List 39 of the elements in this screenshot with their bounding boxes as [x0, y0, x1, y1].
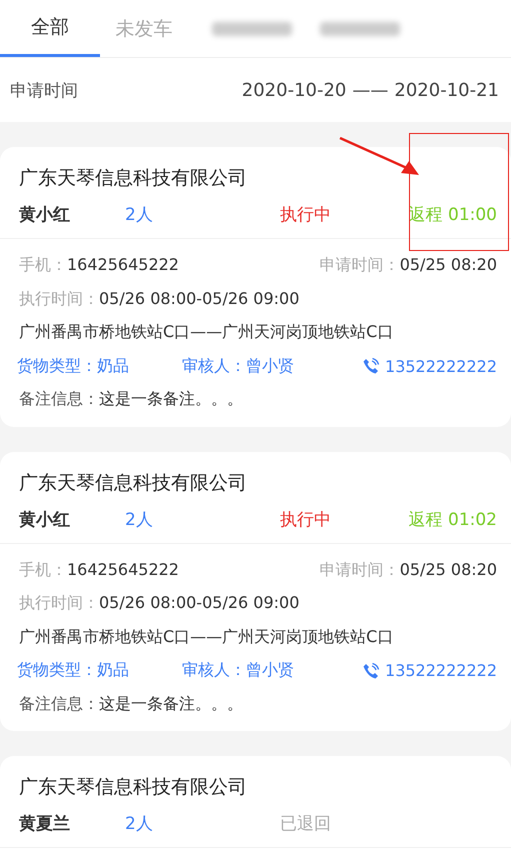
phone-icon [362, 662, 380, 680]
status-label: 执行中 [280, 508, 332, 530]
order-card[interactable]: 广东天琴信息科技有限公司 黄小红 2人 执行中 返程 01:00 手机：16425645222 申请时间：05/25 08:20 执行时间：05/26 08:00-05/26 09:00 广州番禺市桥地铁站C口——广州天河岗顶地铁站C口 货物类型：奶品 审核人：曾小贤 13522222222 备注信息：这是一条备注。。。 [0, 147, 511, 426]
people-count: 2人 [125, 204, 154, 226]
return-time: 返程 01:02 [408, 508, 497, 530]
return-time: 返程 01:00 [408, 204, 497, 226]
company-name: 广东天琴信息科技有限公司 [19, 166, 248, 191]
order-card[interactable]: 广东天琴信息科技有限公司 黄夏兰 2人 已退回 [0, 756, 511, 863]
passenger-name: 黄小红 [19, 204, 71, 226]
people-count: 2人 [125, 813, 154, 835]
apply-time: 申请时间：05/25 08:20 [320, 255, 497, 276]
exec-time: 执行时间：05/26 08:00-05/26 09:00 [19, 593, 300, 614]
phone-icon [362, 357, 380, 376]
note-text: 备注信息：这是一条备注。。。 [19, 694, 243, 715]
company-name: 广东天琴信息科技有限公司 [19, 470, 248, 496]
route-text: 广州番禺市桥地铁站C口——广州天河岗顶地铁站C口 [19, 626, 394, 648]
passenger-name: 黄夏兰 [19, 813, 71, 835]
note-text: 备注信息：这是一条备注。。。 [19, 389, 243, 410]
range-separator: —— [352, 80, 388, 100]
apply-time: 申请时间：05/25 08:20 [320, 560, 497, 581]
phone-text: 手机：16425645222 [19, 255, 179, 276]
reviewer-text: 审核人：曾小贤 [182, 356, 295, 377]
contact-phone[interactable]: 13522222222 [385, 661, 497, 680]
order-card[interactable]: 广东天琴信息科技有限公司 黄小红 2人 执行中 返程 01:02 手机：16425645222 申请时间：05/25 08:20 执行时间：05/26 08:00-05/26 09:00 广州番禺市桥地铁站C口——广州天河岗顶地铁站C口 货物类型：奶品 审核人：曾小贤 13522222222 备注信息：这是一条备注。。。 [0, 452, 511, 731]
reviewer-text: 审核人：曾小贤 [182, 660, 295, 682]
end-date[interactable]: 2020-10-21 [394, 80, 499, 100]
status-label: 执行中 [280, 204, 332, 226]
status-label: 已退回 [280, 813, 332, 835]
start-date[interactable]: 2020-10-20 [242, 80, 346, 100]
cargo-type: 货物类型：奶品 [17, 356, 130, 377]
route-text: 广州番禺市桥地铁站C口——广州天河岗顶地铁站C口 [19, 322, 394, 344]
people-count: 2人 [125, 508, 154, 530]
company-name: 广东天琴信息科技有限公司 [19, 775, 248, 800]
phone-text: 手机：16425645222 [19, 560, 179, 581]
passenger-name: 黄小红 [19, 508, 71, 530]
exec-time: 执行时间：05/26 08:00-05/26 09:00 [19, 288, 300, 310]
contact-phone[interactable]: 13522222222 [385, 356, 497, 376]
filter-label: 申请时间 [10, 80, 78, 102]
cargo-type: 货物类型：奶品 [17, 660, 130, 682]
